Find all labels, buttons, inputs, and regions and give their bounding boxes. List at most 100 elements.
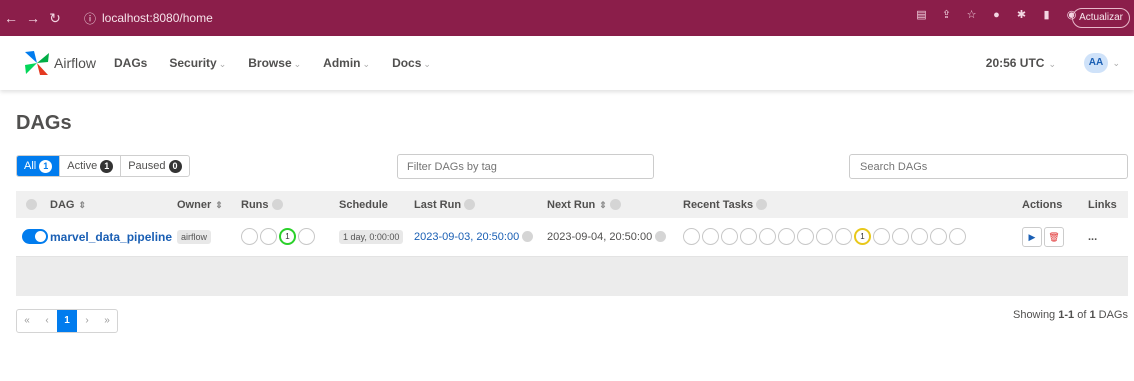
reload-icon[interactable]: ↻ [44,10,66,27]
current-page-button[interactable]: 1 [57,310,77,332]
filter-paused-button[interactable]: Paused 0 [121,156,188,176]
page-title: DAGs [16,112,72,134]
airflow-logo[interactable]: Airflow [22,48,96,78]
task-state-circle[interactable] [816,228,833,246]
logo-text: Airflow [54,55,97,71]
info-icon[interactable] [464,199,476,211]
extension-icon[interactable]: ● [990,9,1003,22]
menu-browse[interactable]: Browse ⌄ [248,56,301,70]
header-owner[interactable]: Owner ⇕ [177,191,241,218]
last-page-button[interactable]: » [97,310,117,332]
task-running-circle[interactable]: 1 [854,228,871,246]
showing-count: Showing 1-1 of 1 DAGs [1012,309,1128,321]
sort-icon[interactable]: ⇕ [599,200,607,210]
table-row: marvel_data_pipeline airflow 1 1 day, 0:… [16,218,1128,256]
sort-icon[interactable]: ⇕ [78,200,86,210]
menu-docs[interactable]: Docs ⌄ [392,56,431,70]
sidebar-icon[interactable]: ▮ [1040,9,1053,22]
task-state-circle[interactable] [683,228,700,246]
menu-security[interactable]: Security ⌄ [169,56,226,70]
header-actions: Actions [1022,198,1063,211]
update-button[interactable]: Actualizar [1072,8,1130,28]
chevron-down-icon[interactable]: ⌄ [1112,58,1120,69]
chevron-down-icon: ⌄ [423,59,431,69]
airflow-navbar: Airflow DAGs Security ⌄ Browse ⌄ Admin ⌄ Do… [0,36,1134,90]
tag-filter-input[interactable] [397,154,654,179]
task-state-circle[interactable] [778,228,795,246]
task-state-circle[interactable] [873,228,890,246]
translate-icon[interactable]: ▤ [915,9,928,22]
next-page-button[interactable]: › [77,310,97,332]
task-state-circle[interactable] [759,228,776,246]
play-icon: ▶ [1028,231,1036,242]
extension-icons: ▤ ⇪ ☆ ● ✱ ▮ ◉ [915,9,1078,22]
url-text: localhost:8080/home [102,11,213,25]
filter-all-button[interactable]: All 1 [17,156,61,176]
airflow-pinwheel-icon [25,51,49,75]
links-menu-button[interactable]: ... [1088,231,1097,243]
task-state-circle[interactable] [892,228,909,246]
next-run-date: 2023-09-04, 20:50:00 [547,230,653,243]
task-state-circle[interactable] [797,228,814,246]
share-icon[interactable]: ⇪ [940,9,953,22]
main-menu: DAGs Security ⌄ Browse ⌄ Admin ⌄ Docs ⌄ [114,56,453,70]
menu-admin[interactable]: Admin ⌄ [323,56,370,70]
info-icon[interactable] [756,199,768,211]
runs-circles: 1 [241,218,339,256]
task-state-circle[interactable] [740,228,757,246]
task-state-circle[interactable] [835,228,852,246]
menu-dags[interactable]: DAGs [114,56,147,70]
address-bar[interactable]: ⓘ localhost:8080/home [74,6,854,30]
first-page-button[interactable]: « [17,310,37,332]
prev-page-button[interactable]: ‹ [37,310,57,332]
run-state-circle[interactable] [298,228,315,246]
count-badge: 1 [39,159,53,173]
pause-toggle[interactable] [22,229,48,245]
sort-icon[interactable]: ⇕ [215,200,223,210]
dags-table: DAG ⇕ Owner ⇕ Runs Schedule Last Run Next … [16,191,1128,296]
status-filter-group: All 1 Active 1 Paused 0 [16,155,190,177]
task-state-circle[interactable] [930,228,947,246]
search-dags-input[interactable] [849,154,1128,179]
header-schedule: Schedule [339,198,388,211]
puzzle-icon[interactable]: ✱ [1015,9,1028,22]
task-state-circle[interactable] [721,228,738,246]
run-success-circle[interactable]: 1 [279,228,296,246]
browser-toolbar: ← → ↻ ⓘ localhost:8080/home ▤ ⇪ ☆ ● ✱ ▮ … [0,0,1134,36]
dag-link[interactable]: marvel_data_pipeline [50,230,172,244]
owner-tag[interactable]: airflow [177,229,212,244]
trigger-dag-button[interactable]: ▶ [1022,226,1042,247]
task-state-circle[interactable] [702,228,719,246]
forward-icon[interactable]: → [22,10,44,26]
site-info-icon[interactable]: ⓘ [84,10,96,27]
header-last-run: Last Run [414,191,547,218]
chevron-down-icon: ⌄ [362,59,371,69]
run-state-circle[interactable] [260,228,277,246]
header-recent-tasks: Recent Tasks [683,191,1022,218]
utc-clock[interactable]: 20:56 UTC ⌄ [986,56,1056,70]
task-state-circle[interactable] [911,228,928,246]
count-badge: 1 [100,159,114,173]
last-run-link[interactable]: 2023-09-03, 20:50:00 [414,231,519,243]
chevron-down-icon: ⌄ [218,59,227,69]
info-icon[interactable] [522,231,534,243]
trash-icon: 🗑 [1048,231,1060,242]
filter-active-button[interactable]: Active 1 [60,156,122,176]
task-state-circle[interactable] [949,228,966,246]
user-avatar[interactable]: AA [1084,53,1108,73]
table-header-row: DAG ⇕ Owner ⇕ Runs Schedule Last Run Next … [16,191,1128,218]
back-icon[interactable]: ← [0,10,22,26]
chevron-down-icon: ⌄ [1048,59,1056,69]
schedule-tag[interactable]: 1 day, 0:00:00 [339,229,404,244]
header-next-run[interactable]: Next Run ⇕ [547,191,683,218]
run-state-circle[interactable] [241,228,258,246]
header-links: Links [1088,198,1117,211]
bookmark-star-icon[interactable]: ☆ [965,9,978,22]
info-icon[interactable] [609,199,621,211]
info-icon[interactable] [271,199,283,211]
pagination: « ‹ 1 › » [16,309,118,333]
info-icon[interactable] [655,231,667,243]
header-dag[interactable]: DAG ⇕ [50,191,177,218]
table-empty-row [16,256,1128,296]
delete-dag-button[interactable]: 🗑 [1044,226,1064,247]
